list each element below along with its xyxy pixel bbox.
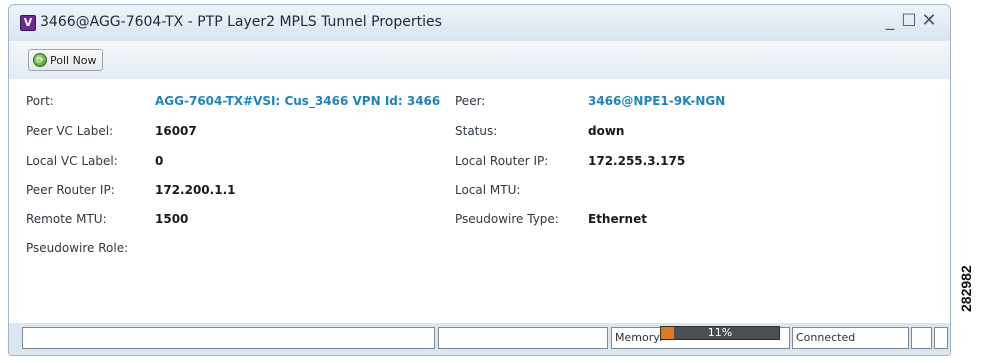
memory-label: Memory: — [615, 331, 663, 344]
close-icon[interactable]: ✕ — [920, 11, 938, 31]
memory-usage-percent: 11% — [707, 326, 733, 339]
memory-usage-bar: 11% — [660, 326, 780, 340]
title-bar[interactable]: V 3466@AGG-7604-TX - PTP Layer2 MPLS Tun… — [9, 5, 950, 41]
pseudowire-type-value: Ethernet — [588, 212, 647, 226]
poll-now-label: Poll Now — [50, 53, 97, 67]
pseudowire-type-label: Pseudowire Type: — [455, 212, 559, 226]
local-vc-label: Local VC Label: — [26, 154, 118, 168]
figure-code: 282982 — [958, 265, 974, 312]
peer-vc-value: 16007 — [155, 124, 197, 138]
status-label: Status: — [455, 124, 498, 138]
remote-mtu-label: Remote MTU: — [26, 212, 107, 226]
minimize-icon[interactable]: _ — [881, 11, 899, 31]
port-link[interactable]: AGG-7604-TX#VSI: Cus_3466 VPN Id: 3466 — [155, 94, 440, 108]
window-title: 3466@AGG-7604-TX - PTP Layer2 MPLS Tunne… — [40, 14, 442, 30]
status-field-secondary — [438, 327, 608, 349]
peer-vc-label: Peer VC Label: — [26, 124, 114, 138]
peer-router-ip-value: 172.200.1.1 — [155, 183, 236, 197]
refresh-icon: ⟳ — [33, 53, 47, 67]
status-field-small-2 — [934, 327, 948, 349]
local-vc-value: 0 — [155, 154, 164, 168]
status-value: down — [588, 124, 625, 138]
properties-panel: Port: AGG-7604-TX#VSI: Cus_3466 VPN Id: … — [9, 79, 950, 323]
toolbar: ⟳ Poll Now — [9, 41, 950, 80]
connection-status: Connected — [796, 331, 856, 344]
local-mtu-label: Local MTU: — [455, 183, 521, 197]
connection-field: Connected — [792, 327, 909, 349]
status-field-message — [22, 327, 435, 349]
local-router-ip-value: 172.255.3.175 — [588, 154, 686, 168]
port-label: Port: — [26, 94, 54, 108]
app-icon: V — [20, 15, 36, 31]
maximize-icon[interactable]: ☐ — [900, 11, 918, 31]
peer-label: Peer: — [455, 94, 486, 108]
status-bar: Memory: Connected — [9, 323, 950, 355]
peer-link[interactable]: 3466@NPE1-9K-NGN — [588, 94, 725, 108]
poll-now-button[interactable]: ⟳ Poll Now — [28, 49, 103, 71]
local-router-ip-label: Local Router IP: — [455, 154, 549, 168]
properties-window: V 3466@AGG-7604-TX - PTP Layer2 MPLS Tun… — [8, 4, 951, 356]
status-field-small-1 — [911, 327, 932, 349]
remote-mtu-value: 1500 — [155, 212, 189, 226]
peer-router-ip-label: Peer Router IP: — [26, 183, 115, 197]
pseudowire-role-label: Pseudowire Role: — [26, 241, 129, 255]
